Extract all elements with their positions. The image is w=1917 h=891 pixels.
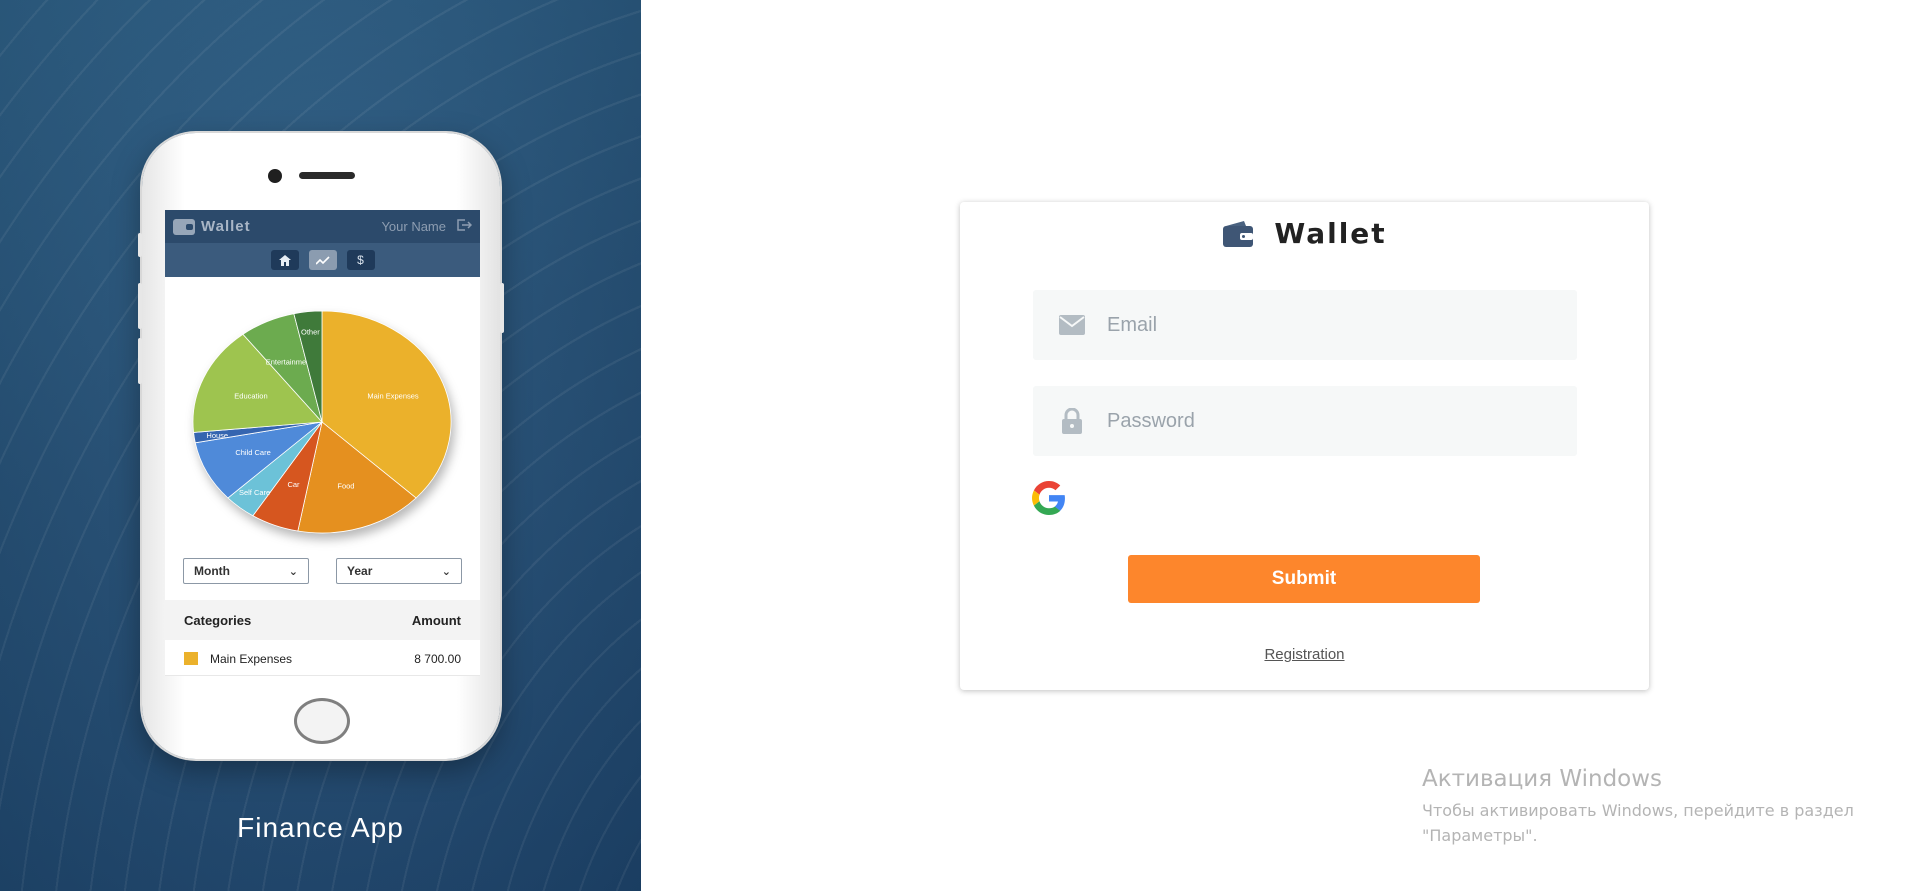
chevron-down-icon: ⌄ [288,565,298,578]
pie-label: Education [234,392,267,401]
email-field [1033,290,1577,360]
submit-button[interactable]: Submit [1128,555,1480,603]
phone-side-button [138,233,142,257]
phone-user-name: Your Name [381,219,446,234]
google-icon [1032,481,1065,515]
pie-label: Other [301,328,320,337]
phone-speaker [299,172,355,179]
pie-label: House [206,431,228,440]
month-select: Month ⌄ [183,558,309,584]
finance-app-caption: Finance App [237,812,404,843]
table-row: Main Expenses 8 700.00 [165,642,480,676]
category-color-swatch [184,652,198,665]
dollar-icon: $ [346,250,375,270]
categories-header-label: Categories [184,612,252,628]
login-brand-title: Wallet [1274,217,1387,250]
chart-icon [308,250,337,270]
month-select-label: Month [194,564,230,578]
wallet-icon [173,218,195,235]
password-input[interactable] [1105,408,1549,434]
lock-icon [1059,408,1085,434]
phone-filters: Month ⌄ Year ⌄ [183,558,462,584]
pie-label: Car [287,480,300,489]
pie-chart: Main Expenses Food Car Self Care Child Care H… [165,305,480,540]
login-card: Wallet Submit Registration [960,202,1649,690]
registration-link[interactable]: Registration [960,646,1649,663]
pie-label: Food [337,481,354,490]
phone-app-brand: Wallet [201,218,251,235]
watermark-title: Активация Windows [1422,766,1663,792]
windows-activation-watermark: Активация Windows Чтобы активировать Win… [1422,766,1854,848]
pie-label: Main Expenses [367,392,419,401]
watermark-line: Чтобы активировать Windows, перейдите в … [1422,801,1854,820]
phone-camera [268,169,282,183]
logout-icon [456,218,473,235]
categories-header: Categories Amount [165,600,480,640]
watermark-line: "Параметры". [1422,826,1538,845]
phone-mockup: Wallet Your Name $ Main Expenses Food Car S… [138,133,504,759]
google-signin-button[interactable] [1032,481,1066,515]
login-logo: Wallet [960,217,1649,250]
phone-nav-row: $ [165,243,480,277]
chevron-down-icon: ⌄ [441,565,451,578]
phone-home-button [294,698,350,744]
wallet-icon [1222,220,1254,248]
password-field [1033,386,1577,456]
amount-header-label: Amount [411,612,461,628]
phone-side-button [138,283,142,329]
phone-app-bar: Wallet Your Name [165,210,480,243]
year-select-label: Year [347,564,373,578]
pie-chart-svg: Main Expenses Food Car Self Care Child Care H… [192,310,452,534]
category-name: Main Expenses [210,651,293,666]
category-amount: 8 700.00 [414,651,461,666]
left-panel: Wallet Your Name $ Main Expenses Food Car S… [0,0,641,891]
home-icon [270,250,299,270]
year-select: Year ⌄ [336,558,462,584]
pie-label: Self Care [239,488,270,497]
pie-label: Child Care [235,448,270,457]
email-input[interactable] [1105,312,1549,338]
phone-side-button [138,338,142,384]
phone-screen: Wallet Your Name $ Main Expenses Food Car S… [165,210,480,676]
envelope-icon [1059,312,1085,338]
phone-side-button [500,283,504,333]
